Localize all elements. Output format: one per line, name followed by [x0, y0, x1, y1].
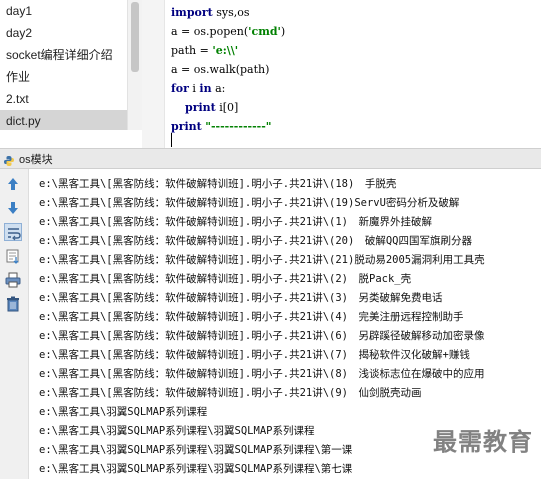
tree-item[interactable]: 2.txt [0, 88, 127, 110]
run-toolbar [0, 169, 29, 479]
code-editor[interactable]: import sys,os a = os.popen('cmd') path = '… [165, 0, 541, 148]
console-line: e:\黑客工具\[黑客防线：软件破解特训班].明小子.共21讲\(19)Serv… [39, 197, 460, 209]
code-token: "------------" [205, 120, 272, 133]
code-line: a = os.popen('cmd') [171, 23, 285, 41]
run-config-title[interactable]: os模块 [19, 151, 53, 167]
scrollbar-thumb[interactable] [131, 2, 139, 72]
arrow-up-icon[interactable] [4, 175, 22, 193]
console-line: e:\黑客工具\[黑客防线：软件破解特训班].明小子.共21讲\(6) 另辟蹊径… [39, 330, 485, 342]
console-line: e:\黑客工具\[黑客防线：软件破解特训班].明小子.共21讲\(8) 浅谈标志… [39, 368, 485, 380]
code-token: i[0] [215, 101, 239, 114]
code-token: path = [171, 44, 213, 57]
watermark-logo: 最需教育 [433, 428, 533, 456]
soft-wrap-icon[interactable] [4, 223, 22, 241]
code-line: a = os.walk(path) [171, 61, 269, 79]
console-line: e:\黑客工具\[黑客防线：软件破解特训班].明小子.共21讲\(2) 脱Pac… [39, 273, 412, 285]
code-token: in [199, 82, 212, 95]
code-token: ) [280, 25, 286, 38]
console-line: e:\黑客工具\[黑客防线：软件破解特训班].明小子.共21讲\(21)脱动易2… [39, 254, 485, 266]
python-icon [3, 152, 15, 166]
console-line: e:\黑客工具\[黑客防线：软件破解特训班].明小子.共21讲\(9) 仙剑脱壳… [39, 387, 422, 399]
code-token: a = os.popen( [171, 25, 249, 38]
tree-item[interactable]: socket编程详细介绍 [0, 44, 127, 66]
project-tree-scrollbar[interactable] [127, 0, 142, 130]
tree-item[interactable]: 作业 [0, 66, 127, 88]
code-token: a: [211, 82, 226, 95]
code-token: 'e:\\' [212, 44, 239, 57]
code-token: for [171, 82, 189, 95]
console-line: e:\黑客工具\羽翼SQLMAP系列课程 [39, 406, 208, 418]
tree-item[interactable]: day2 [0, 22, 127, 44]
console-line: e:\黑客工具\羽翼SQLMAP系列课程\羽翼SQLMAP系列课程\第七课 [39, 463, 353, 475]
code-token: a = os.walk(path) [171, 63, 270, 76]
console-line: e:\黑客工具\[黑客防线：软件破解特训班].明小子.共21讲\(1) 新魔界外… [39, 216, 433, 228]
run-panel-header: os模块 [0, 148, 541, 169]
code-token: sys,os [212, 6, 250, 19]
code-token: print [185, 101, 216, 114]
trash-icon[interactable] [4, 295, 22, 313]
code-token: i [188, 82, 200, 95]
console-line: e:\黑客工具\[黑客防线：软件破解特训班].明小子.共21讲\(4) 完美注册… [39, 311, 464, 323]
console-line: e:\黑客工具\[黑客防线：软件破解特训班].明小子.共21讲\(20) 破解Q… [39, 235, 472, 247]
code-line: path = 'e:\\' [171, 42, 238, 60]
code-line: for i in a: [171, 80, 225, 98]
arrow-down-icon[interactable] [4, 199, 22, 217]
code-line: import sys,os [171, 4, 250, 22]
code-token: 'cmd' [248, 25, 281, 38]
tree-item[interactable]: day1 [0, 0, 127, 22]
code-line: print "------------" [171, 118, 272, 136]
print-icon[interactable] [4, 271, 22, 289]
console-line: e:\黑客工具\[黑客防线：软件破解特训班].明小子.共21讲\(3) 另类破解… [39, 292, 443, 304]
editor-gutter [142, 0, 165, 148]
tree-item[interactable]: dict.py [0, 110, 127, 130]
console-line: e:\黑客工具\[黑客防线：软件破解特训班].明小子.共21讲\(7) 揭秘软件… [39, 349, 470, 361]
code-token: import [171, 6, 213, 19]
scroll-to-end-icon[interactable] [4, 247, 22, 265]
code-line: print i[0] [171, 99, 238, 117]
project-tree: day1 day2 socket编程详细介绍 作业 2.txt dict.py [0, 0, 127, 130]
run-console-output[interactable]: e:\黑客工具\[黑客防线：软件破解特训班].明小子.共21讲\(18) 手脱壳… [29, 169, 541, 479]
code-token: print [171, 120, 202, 133]
console-line: e:\黑客工具\[黑客防线：软件破解特训班].明小子.共21讲\(18) 手脱壳 [39, 178, 397, 190]
